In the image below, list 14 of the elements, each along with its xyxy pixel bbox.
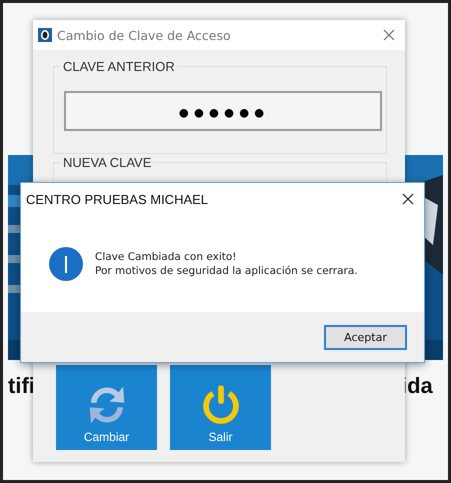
heading-fragment: tifi bbox=[8, 373, 35, 399]
password-field[interactable]: ●●●●●● bbox=[64, 91, 382, 131]
info-icon bbox=[49, 246, 83, 280]
tile-button[interactable]: Cambiar bbox=[56, 365, 157, 450]
group-label: NUEVA CLAVE bbox=[60, 155, 154, 170]
group-label: CLAVE ANTERIOR bbox=[60, 59, 178, 74]
message-text: Por motivos de seguridad la aplicación se cerrara. bbox=[95, 264, 358, 276]
dialog-title: CENTRO PRUEBAS MICHAEL bbox=[26, 192, 210, 206]
window-title: Cambio de Clave de Acceso bbox=[57, 28, 232, 42]
app-icon bbox=[38, 28, 52, 42]
close-icon[interactable] bbox=[402, 193, 414, 205]
ok-button[interactable]: Aceptar bbox=[324, 324, 407, 350]
message-text: Clave Cambiada con exito! bbox=[95, 250, 238, 262]
tile-button[interactable]: Salir bbox=[170, 365, 271, 450]
